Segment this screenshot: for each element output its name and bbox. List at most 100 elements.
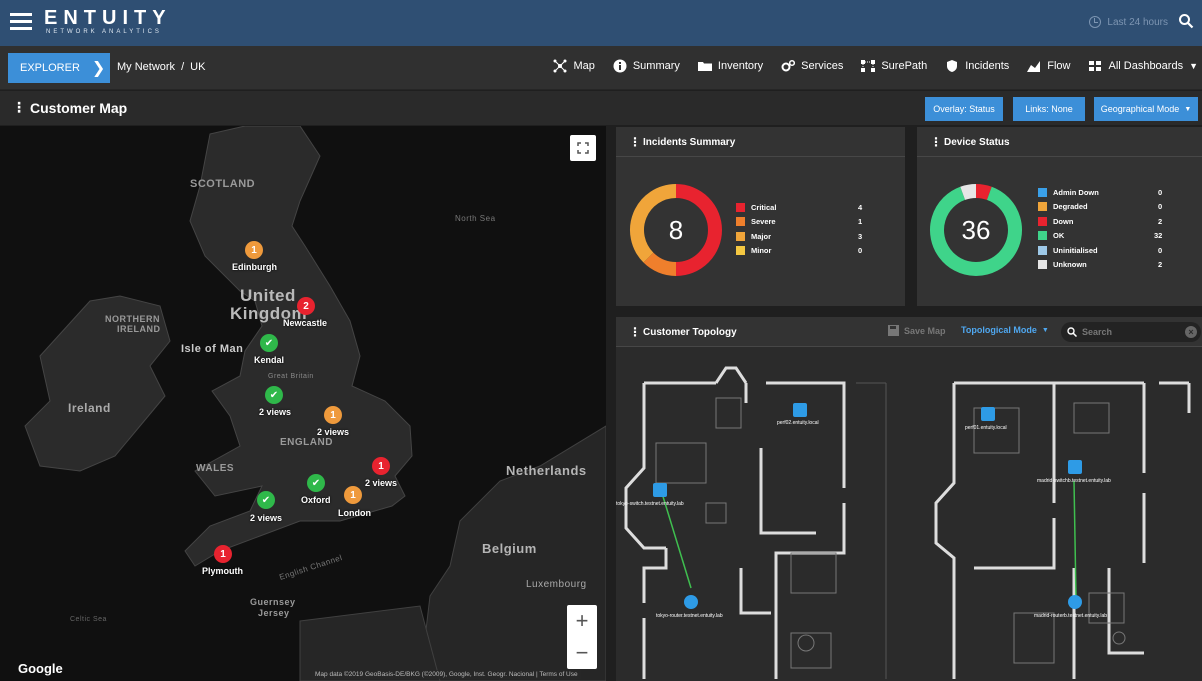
chevron-right-icon: ❯: [91, 60, 106, 77]
explorer-button[interactable]: EXPLORER ❯: [8, 53, 110, 83]
map-label-great-britain: Great Britain: [268, 373, 314, 380]
legend-label: Down: [1053, 216, 1074, 226]
topological-mode-dropdown[interactable]: Topological Mode ▼: [961, 325, 1049, 335]
device-status-slice-unknown[interactable]: [960, 184, 977, 201]
customer-topology-title: Customer Topology: [643, 327, 737, 338]
device-perf01[interactable]: [981, 407, 995, 421]
map-icon: [553, 59, 567, 73]
zoom-out-button[interactable]: −: [567, 637, 597, 669]
map-label-luxembourg: Luxembourg: [526, 579, 587, 590]
legend-severe[interactable]: Severe 1: [736, 215, 866, 230]
incidents-total: 8: [668, 215, 684, 245]
map-marker-edinburgh[interactable]: 1: [245, 241, 263, 259]
save-map-button[interactable]: Save Map: [888, 325, 946, 336]
geographic-map[interactable]: SCOTLAND North Sea United Kingdom NORTHE…: [0, 126, 606, 681]
links-none-label: Links: None: [1025, 104, 1073, 114]
google-logo: Google: [18, 661, 63, 676]
device-tokyo-switch[interactable]: [653, 483, 667, 497]
map-label-northern: NORTHERN: [105, 314, 160, 324]
topology-search-placeholder: Search: [1082, 327, 1113, 337]
clock-icon: [1089, 16, 1102, 28]
map-marker-plymouth[interactable]: 1: [214, 545, 232, 563]
map-label-guernsey: Guernsey: [250, 597, 296, 607]
panel-menu-icon[interactable]: ⋮: [930, 135, 942, 149]
legend-critical[interactable]: Critical 4: [736, 200, 866, 215]
breadcrumb-uk[interactable]: UK: [190, 61, 205, 73]
legend-swatch: [736, 231, 745, 241]
incidents-legend: Critical 4 Severe 1 Major 3 Minor 0: [736, 200, 866, 258]
nav-services[interactable]: Services: [781, 59, 843, 73]
save-map-label: Save Map: [904, 325, 946, 336]
nav-surepath-label: SurePath: [881, 60, 928, 72]
breadcrumb-separator: /: [181, 61, 185, 73]
search-icon[interactable]: [1178, 13, 1194, 29]
time-range-label: Last 24 hours: [1107, 16, 1168, 28]
map-marker-newcastle[interactable]: 2: [297, 297, 315, 315]
zoom-in-button[interactable]: +: [567, 605, 597, 637]
device-label-tokyo-router: tokyo-router.testnet.entuity.lab: [656, 613, 723, 619]
legend-swatch: [1038, 260, 1047, 270]
legend-value: 2: [1158, 260, 1163, 270]
hamburger-menu-icon[interactable]: [10, 13, 32, 31]
incidents-summary-header: ⋮ Incidents Summary: [616, 127, 905, 157]
logo[interactable]: ENTUITY NETWORK ANALYTICS: [44, 8, 172, 35]
device-status-title: Device Status: [944, 137, 1010, 148]
map-marker-2-views-c[interactable]: 1: [372, 457, 390, 475]
check-icon: ✔: [269, 389, 279, 401]
legend-swatch: [736, 202, 745, 212]
page-menu-icon[interactable]: ⋮: [12, 99, 26, 116]
nav-flow[interactable]: Flow: [1027, 59, 1070, 73]
nav-links: Map Summary Inventory Services SurePath …: [553, 59, 1198, 73]
legend-label: Minor: [751, 246, 772, 256]
panel-menu-icon[interactable]: ⋮: [629, 325, 641, 339]
marker-label-kendal: Kendal: [254, 355, 285, 365]
device-madrid-routerb[interactable]: [1068, 595, 1082, 609]
legend-value: 2: [1158, 216, 1163, 226]
nav-all-dashboards[interactable]: All Dashboards ▼: [1088, 59, 1198, 73]
map-label-england: ENGLAND: [280, 437, 333, 448]
topology-search-input[interactable]: Search ×: [1061, 322, 1201, 342]
nav-inventory[interactable]: Inventory: [697, 59, 764, 73]
links-none-button[interactable]: Links: None: [1013, 97, 1085, 121]
panel-menu-icon[interactable]: ⋮: [629, 135, 641, 149]
device-madrid-switchb[interactable]: [1068, 460, 1082, 474]
map-marker-oxford[interactable]: ✔: [307, 474, 325, 492]
nav-inventory-label: Inventory: [717, 60, 764, 72]
nav-all-dashboards-label: All Dashboards: [1108, 60, 1184, 72]
time-range-selector[interactable]: Last 24 hours: [1089, 16, 1168, 28]
terms-of-use-link[interactable]: Terms of Use: [539, 671, 577, 678]
geographical-mode-dropdown[interactable]: Geographical Mode ▼: [1094, 97, 1198, 121]
nav-map[interactable]: Map: [553, 59, 595, 73]
map-marker-kendal[interactable]: ✔: [260, 334, 278, 352]
legend-major[interactable]: Major 3: [736, 229, 866, 244]
nav-surepath[interactable]: SurePath: [861, 59, 927, 73]
legend-unknown[interactable]: Unknown 2: [1038, 258, 1168, 273]
legend-degraded[interactable]: Degraded 0: [1038, 200, 1168, 215]
legend-minor[interactable]: Minor 0: [736, 244, 866, 259]
marker-count: 1: [350, 489, 356, 501]
legend-label: Severe: [751, 217, 776, 227]
nav-summary[interactable]: Summary: [613, 59, 680, 73]
map-marker-london[interactable]: 1: [344, 486, 362, 504]
breadcrumb-network[interactable]: My Network: [117, 61, 175, 73]
legend-ok[interactable]: OK 32: [1038, 229, 1168, 244]
legend-down[interactable]: Down 2: [1038, 214, 1168, 229]
clear-search-icon[interactable]: ×: [1185, 326, 1197, 338]
legend-value: 3: [858, 231, 863, 241]
map-label-jersey: Jersey: [258, 608, 290, 618]
device-status-slice-down[interactable]: [975, 184, 992, 201]
legend-admin-down[interactable]: Admin Down 0: [1038, 185, 1168, 200]
device-label-perf01: perf01.entuity.local: [965, 425, 1007, 431]
legend-uninitialised[interactable]: Uninitialised 0: [1038, 243, 1168, 258]
nav-incidents[interactable]: Incidents: [945, 59, 1009, 73]
map-marker-2-views-a[interactable]: ✔: [265, 386, 283, 404]
device-tokyo-router[interactable]: [684, 595, 698, 609]
device-perf02[interactable]: [793, 403, 807, 417]
fullscreen-button[interactable]: [570, 135, 596, 161]
nav-bar: EXPLORER ❯ My Network / UK Map Summary Inv…: [0, 46, 1202, 90]
map-marker-2-views-b[interactable]: 1: [324, 406, 342, 424]
map-marker-2-views-d[interactable]: ✔: [257, 491, 275, 509]
flow-icon: [1027, 61, 1041, 72]
overlay-status-button[interactable]: Overlay: Status: [925, 97, 1003, 121]
marker-count: 2: [303, 300, 309, 312]
